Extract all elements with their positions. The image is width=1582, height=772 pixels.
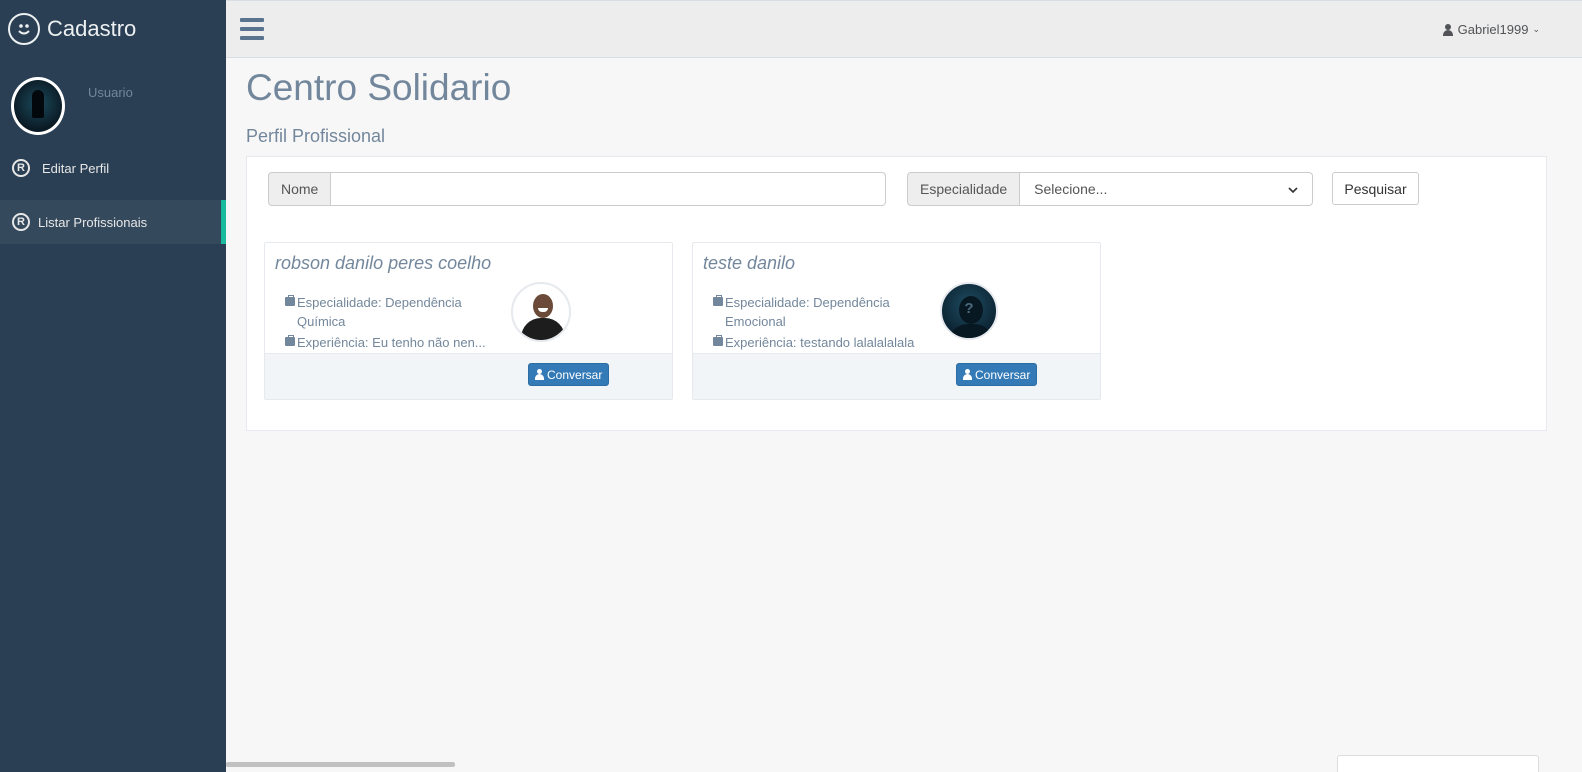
question-mark-icon: ? <box>964 300 974 317</box>
chevron-down-icon <box>1288 181 1298 197</box>
briefcase-icon <box>713 335 723 346</box>
smiley-icon <box>8 13 40 45</box>
professional-photo <box>511 282 571 342</box>
briefcase-icon <box>285 295 295 306</box>
user-icon <box>963 369 972 380</box>
card-footer: Conversar <box>265 353 672 399</box>
professional-name: teste danilo <box>703 253 796 273</box>
briefcase-icon <box>713 295 723 306</box>
specialty-search-group: Especialidade Selecione... <box>907 172 1314 206</box>
experience-line: Experiência: Eu tenho não nen... <box>285 333 495 352</box>
sidebar-item-label: Editar Perfil <box>42 160 110 176</box>
experience-line: Experiência: testando lalalalalala <box>713 333 933 352</box>
specialty-selected: Selecione... <box>1034 181 1108 197</box>
horizontal-scrollbar[interactable] <box>226 762 455 767</box>
experience-text: Experiência: Eu tenho não nen... <box>297 335 486 350</box>
avatar <box>11 77 65 135</box>
sidebar: Cadastro Usuario R Editar Perfil R Lista… <box>0 0 226 772</box>
specialty-text: Especialidade: Dependência Emocional <box>725 295 890 329</box>
briefcase-icon <box>285 335 295 346</box>
professional-photo: ? <box>940 282 998 340</box>
search-button[interactable]: Pesquisar <box>1332 172 1419 205</box>
sidebar-item-label: Listar Profissionais <box>38 214 148 230</box>
user-menu[interactable]: Gabriel1999 ⌄ <box>1442 22 1540 37</box>
sidebar-item-editar-perfil[interactable]: R Editar Perfil <box>0 146 226 190</box>
conversar-label: Conversar <box>975 367 1031 382</box>
card-footer: Conversar <box>693 353 1100 399</box>
specialty-select[interactable]: Selecione... <box>1020 172 1314 206</box>
conversar-label: Conversar <box>547 367 603 382</box>
specialty-addon: Especialidade <box>907 172 1021 206</box>
name-input[interactable] <box>331 172 887 206</box>
user-icon <box>1442 23 1453 36</box>
photo-body <box>521 318 565 340</box>
sidebar-item-listar-profissionais[interactable]: R Listar Profissionais <box>0 200 226 244</box>
brand[interactable]: Cadastro <box>0 0 226 58</box>
registered-icon: R <box>12 213 30 231</box>
specialty-line: Especialidade: Dependência Emocional <box>713 293 913 331</box>
registered-icon: R <box>12 159 30 177</box>
avatar-figure <box>32 90 44 118</box>
section-subtitle: Perfil Profissional <box>246 126 386 146</box>
page-footer <box>1337 755 1539 772</box>
username: Gabriel1999 <box>1457 22 1529 37</box>
photo-silhouette-body <box>948 324 994 338</box>
name-search-group: Nome <box>268 172 887 206</box>
hamburger-icon[interactable] <box>240 18 264 40</box>
conversar-button[interactable]: Conversar <box>956 363 1038 386</box>
specialty-text: Especialidade: Dependência Química <box>297 295 462 329</box>
photo-head <box>533 294 553 318</box>
top-nav: Gabriel1999 ⌄ <box>226 0 1582 58</box>
professional-card: teste danilo Especialidade: Dependência … <box>692 242 1101 400</box>
specialty-line: Especialidade: Dependência Química <box>285 293 485 331</box>
user-icon <box>535 369 544 380</box>
conversar-button[interactable]: Conversar <box>528 363 610 386</box>
chevron-down-icon: ⌄ <box>1532 24 1540 34</box>
name-addon: Nome <box>268 172 332 206</box>
profile-label: Usuario <box>88 85 133 100</box>
professional-card: robson danilo peres coelho Especialidade… <box>264 242 673 400</box>
profile-section: Usuario <box>0 58 226 146</box>
professional-name: robson danilo peres coelho <box>275 253 492 273</box>
brand-title: Cadastro <box>47 16 137 41</box>
experience-text: Experiência: testando lalalalalala <box>725 335 915 350</box>
page-title: Centro Solidario <box>246 67 512 108</box>
